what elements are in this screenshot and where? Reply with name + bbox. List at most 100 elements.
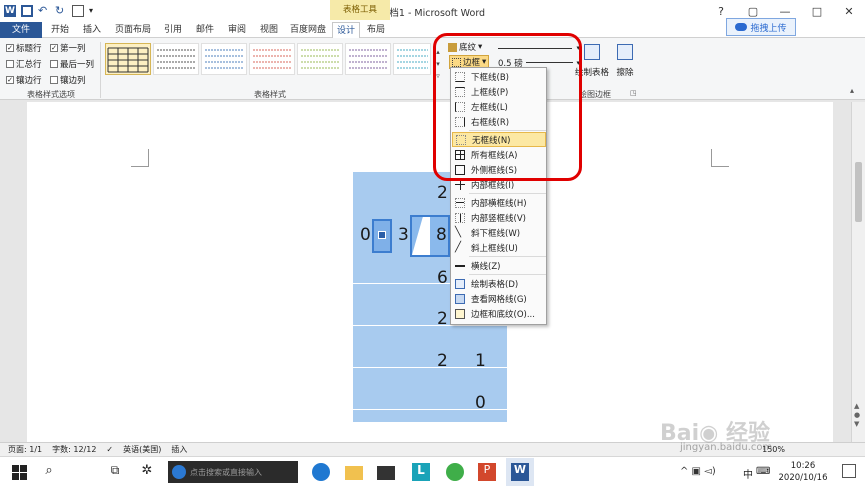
style-preview-icon — [349, 49, 387, 69]
status-language[interactable]: 英语(美国) — [123, 444, 161, 455]
proofing-icon[interactable]: ✓ — [106, 445, 113, 454]
input-method-indicator[interactable]: 中 — [743, 466, 753, 481]
table-tools-group: 表格工具 — [330, 0, 390, 20]
borders-shading-icon — [455, 308, 465, 319]
eraser-icon — [617, 44, 633, 60]
browser-icon[interactable] — [446, 463, 464, 481]
checkbox-icon — [6, 60, 14, 68]
checkbox-icon: ✓ — [50, 44, 58, 52]
check-first-column[interactable]: ✓ 第一列 — [50, 40, 96, 56]
maximize-button[interactable]: □ — [801, 0, 833, 22]
margin-corner-top-right — [711, 149, 729, 167]
table-style-purple[interactable] — [345, 43, 391, 75]
tab-file[interactable]: 文件 — [0, 22, 42, 38]
search-placeholder: 点击搜索或直接输入 — [190, 467, 262, 477]
check-last-column[interactable]: 最后一列 — [50, 56, 96, 72]
check-banded-rows[interactable]: ✓ 镶边行 — [6, 72, 50, 88]
grid-style-icon — [107, 47, 149, 73]
border-inside-vertical-icon — [455, 212, 465, 223]
tab-review[interactable]: 审阅 — [222, 22, 252, 38]
notifications-icon[interactable] — [842, 464, 856, 478]
table-style-gray[interactable] — [153, 43, 199, 75]
upload-label: 拖拽上传 — [750, 23, 787, 34]
status-mode[interactable]: 插入 — [171, 444, 187, 455]
group-label-style-options: 表格样式选项 — [27, 90, 75, 99]
tab-design[interactable]: 设计 — [332, 22, 360, 38]
menu-item-diagonal-up[interactable]: ╱ 斜上框线(U) — [452, 240, 546, 255]
table-style-red[interactable] — [249, 43, 295, 75]
tab-insert[interactable]: 插入 — [77, 22, 107, 38]
style-preview-icon — [205, 49, 243, 69]
table-style-plain-grid[interactable] — [105, 43, 151, 75]
table-style-options: ✓ 标题行 ✓ 第一列 汇总行 最后一列 ✓ 镶边行 镶边列 — [6, 40, 96, 88]
taskbar-search-box[interactable]: 点击搜索或直接输入 — [168, 461, 298, 483]
powerpoint-icon[interactable]: P — [478, 463, 496, 481]
checkbox-icon: ✓ — [6, 44, 14, 52]
status-page[interactable]: 页面: 1/1 — [8, 444, 42, 455]
keyboard-icon[interactable]: ⌨ — [756, 466, 770, 477]
checkbox-icon — [50, 60, 58, 68]
table-style-blue[interactable] — [201, 43, 247, 75]
menu-item-inside-vertical[interactable]: 内部竖框线(V) — [452, 210, 546, 225]
word-icon: W — [511, 463, 529, 481]
check-header-row[interactable]: ✓ 标题行 — [6, 40, 50, 56]
cell-value: 1 — [475, 351, 486, 371]
cell-value: 0 — [360, 225, 371, 245]
group-label-table-styles: 表格样式 — [254, 90, 286, 99]
upload-button[interactable]: 拖拽上传 — [726, 18, 796, 36]
menu-item-horizontal-line[interactable]: 横线(Z) — [452, 258, 546, 273]
document-page[interactable]: 2 0 3 8 6 2 1 2 1 0 — [27, 102, 833, 442]
app-icon[interactable]: ✲ — [138, 463, 156, 481]
check-banded-columns[interactable]: 镶边列 — [50, 72, 96, 88]
windows-start-icon[interactable] — [10, 463, 28, 481]
cell-value: 2 — [437, 351, 448, 371]
store-icon[interactable] — [377, 466, 395, 480]
file-explorer-icon[interactable] — [345, 466, 363, 480]
style-preview-icon — [397, 49, 428, 69]
table-style-teal[interactable] — [393, 43, 431, 75]
task-view-icon[interactable]: ⧉ — [106, 463, 124, 481]
tray-icons[interactable]: ^ ▣ ◅) — [680, 466, 716, 477]
tab-mailings[interactable]: 邮件 — [190, 22, 220, 38]
tab-page-layout[interactable]: 页面布局 — [111, 22, 155, 38]
cell-value: 8 — [436, 225, 447, 245]
eraser-button[interactable]: 擦除 — [612, 42, 638, 86]
cell-value: 2 — [437, 309, 448, 329]
menu-item-diagonal-down[interactable]: ╲ 斜下框线(W) — [452, 225, 546, 240]
search-icon[interactable]: ⌕ — [40, 463, 58, 481]
group-separator — [100, 42, 101, 98]
cell-value: 2 — [437, 183, 448, 203]
tab-references[interactable]: 引用 — [158, 22, 188, 38]
scroll-thumb[interactable] — [855, 162, 862, 222]
collapse-ribbon-icon[interactable]: ▴ — [850, 86, 854, 95]
clock[interactable]: 10:26 2020/10/16 — [778, 460, 828, 484]
style-preview-icon — [253, 49, 291, 69]
word-taskbar-button[interactable]: W — [506, 458, 534, 486]
tab-layout[interactable]: 布局 — [362, 22, 390, 38]
close-button[interactable]: ✕ — [833, 0, 865, 22]
dialog-launcher-icon[interactable]: ◳ — [630, 89, 637, 97]
ie-icon — [172, 465, 186, 479]
checkbox-icon: ✓ — [6, 76, 14, 84]
l-app-icon[interactable]: L — [412, 463, 430, 481]
table-style-green[interactable] — [297, 43, 343, 75]
menu-separator — [469, 193, 546, 194]
cell-value: 6 — [437, 268, 448, 288]
page-nav-icons[interactable]: ▲ ● ▼ — [854, 402, 860, 429]
draw-table-icon — [455, 278, 465, 289]
tab-view[interactable]: 视图 — [254, 22, 284, 38]
menu-item-inside-horizontal[interactable]: 内部横框线(H) — [452, 195, 546, 210]
menu-item-borders-and-shading[interactable]: 边框和底纹(O)... — [452, 306, 546, 321]
menu-separator — [469, 256, 546, 257]
tab-home[interactable]: 开始 — [45, 22, 75, 38]
menu-item-draw-table[interactable]: 绘制表格(D) — [452, 276, 546, 291]
check-total-row[interactable]: 汇总行 — [6, 56, 50, 72]
edge-icon[interactable] — [312, 463, 330, 481]
menu-item-view-gridlines[interactable]: 查看网格线(G) — [452, 291, 546, 306]
clock-date: 2020/10/16 — [778, 473, 828, 483]
draw-table-icon — [584, 44, 600, 60]
vertical-scrollbar[interactable]: ▲ ● ▼ — [851, 102, 865, 442]
watermark-url: jingyan.baidu.com — [680, 442, 773, 453]
tab-baidu-netdisk[interactable]: 百度网盘 — [285, 22, 331, 38]
status-words[interactable]: 字数: 12/12 — [52, 444, 96, 455]
